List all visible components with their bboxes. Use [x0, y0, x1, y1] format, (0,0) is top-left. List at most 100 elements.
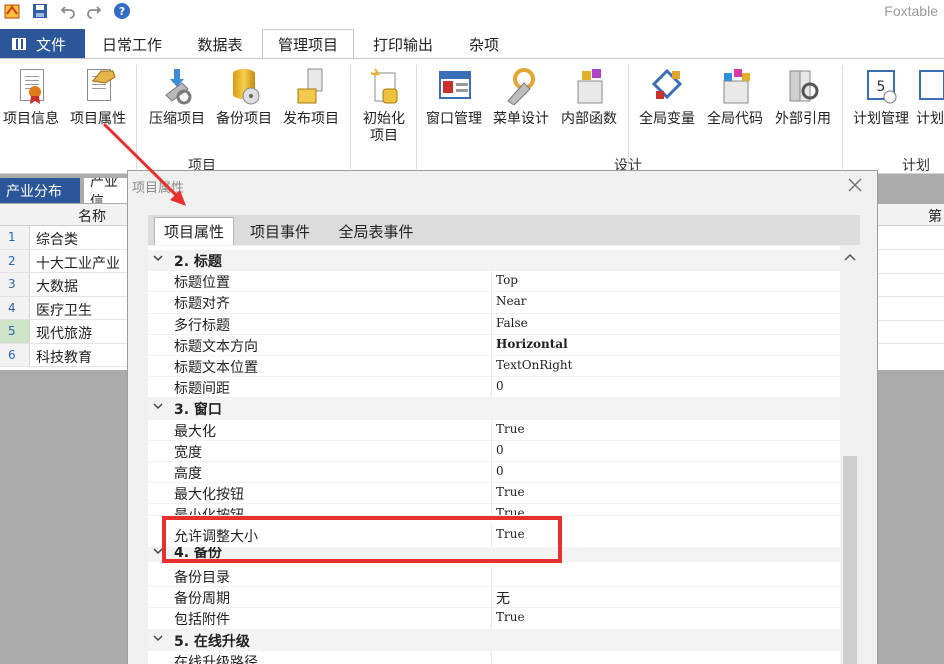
save-icon[interactable] [30, 1, 50, 21]
certificate-icon [14, 67, 48, 105]
tab-manage-project[interactable]: 管理项目 [262, 29, 354, 59]
table-icon [12, 38, 26, 50]
chevron-down-icon[interactable] [152, 252, 164, 266]
table-row[interactable]: 3 大数据 [0, 273, 130, 297]
property-row[interactable]: 备份周期 无 [148, 587, 840, 609]
compress-project-button[interactable]: 压缩项目 [144, 67, 210, 128]
property-row[interactable]: 标题文本方向 Horizontal [148, 334, 840, 356]
ribbon-separator [136, 65, 137, 169]
global-code-label: 全局代码 [707, 111, 763, 127]
external-references-button[interactable]: 外部引用 [770, 67, 836, 128]
scroll-up-arrow-icon[interactable] [844, 252, 856, 262]
help-icon[interactable]: ? [112, 1, 132, 21]
property-value[interactable]: True [496, 506, 525, 515]
section-online-upgrade-header[interactable]: 5. 在线升级 [148, 629, 840, 651]
property-value[interactable]: True [496, 485, 525, 499]
tab-daily-work[interactable]: 日常工作 [92, 29, 172, 59]
section-window-header[interactable]: 3. 窗口 [148, 398, 840, 420]
property-value[interactable]: 0 [496, 443, 504, 457]
property-row[interactable]: 高度 0 [148, 462, 840, 484]
column-header-partial[interactable]: 第 [928, 206, 942, 226]
property-row[interactable]: 标题位置 Top [148, 271, 840, 293]
publish-project-button[interactable]: 发布项目 [278, 67, 344, 128]
project-properties-button[interactable]: 项目属性 [66, 67, 130, 128]
tab-data-tables[interactable]: 数据表 [180, 29, 260, 59]
sheet-tab-industry-distribution[interactable]: 产业分布 [0, 178, 80, 203]
property-value[interactable]: Near [496, 294, 527, 308]
grid-line [876, 343, 944, 344]
property-row[interactable]: 宽度 0 [148, 440, 840, 462]
property-row[interactable]: 标题对齐 Near [148, 292, 840, 314]
cell-name[interactable]: 科技教育 [36, 347, 92, 367]
project-info-button[interactable]: 项目信息 [0, 67, 62, 128]
property-value[interactable]: False [496, 316, 528, 330]
initialize-project-button[interactable]: 初始化 项目 [356, 67, 412, 145]
property-row[interactable]: 备份目录 [148, 566, 840, 588]
cell-name[interactable]: 综合类 [36, 229, 78, 249]
property-value[interactable]: True [496, 422, 525, 436]
property-value[interactable]: TextOnRight [496, 358, 572, 372]
section-title-header[interactable]: 2. 标题 [148, 250, 840, 272]
plan-icon [916, 67, 944, 105]
column-header-name[interactable]: 名称 [78, 206, 106, 226]
property-value[interactable]: 无 [496, 588, 510, 608]
property-value[interactable]: 0 [496, 379, 504, 393]
property-row[interactable]: 包括附件 True [148, 608, 840, 630]
property-value[interactable]: Top [496, 273, 518, 287]
ribbon-separator [842, 65, 843, 169]
table-row[interactable]: 4 医疗卫生 [0, 296, 130, 320]
grid-line [876, 320, 944, 321]
ribbon-panel: 项目信息 项目属性 压缩项目 备份项目 发布项目 初始化 项目 项目 窗口管理 … [0, 58, 944, 174]
property-row[interactable]: 标题间距 0 [148, 377, 840, 399]
scrollbar-thumb[interactable] [843, 456, 857, 664]
table-row[interactable]: 1 综合类 [0, 226, 130, 250]
cell-name[interactable]: 十大工业产业 [36, 253, 120, 273]
property-row[interactable]: 最大化按钮 True [148, 483, 840, 505]
property-value[interactable]: Horizontal [496, 337, 568, 351]
initialize-db-icon [367, 67, 401, 105]
menu-design-button[interactable]: 菜单设计 [488, 67, 554, 128]
property-row[interactable]: 最小化按钮 True [148, 504, 840, 517]
cell-name[interactable]: 现代旅游 [36, 323, 92, 343]
dialog-title: 项目属性 [132, 181, 185, 196]
table-row[interactable]: 5 现代旅游 [0, 320, 130, 344]
internal-functions-button[interactable]: 内部函数 [556, 67, 622, 128]
tab-file[interactable]: 文件 [0, 29, 85, 59]
property-name: 备份周期 [174, 591, 230, 608]
tab-project-events[interactable]: 项目事件 [240, 217, 320, 245]
tab-misc[interactable]: 杂项 [454, 29, 514, 59]
dialog-tab-strip: 项目属性 项目事件 全局表事件 [148, 215, 860, 245]
plan-manager-button[interactable]: 5 计划管理 [848, 67, 914, 128]
vertical-scrollbar[interactable] [840, 246, 860, 664]
property-row[interactable]: 多行标题 False [148, 313, 840, 335]
property-value[interactable]: True [496, 610, 525, 624]
redo-icon[interactable] [84, 1, 104, 21]
row-number: 6 [0, 343, 30, 366]
cell-name[interactable]: 大数据 [36, 276, 78, 296]
property-row[interactable]: 最大化 True [148, 419, 840, 441]
cell-name[interactable]: 医疗卫生 [36, 300, 92, 320]
tab-project-properties[interactable]: 项目属性 [154, 217, 234, 245]
backup-project-button[interactable]: 备份项目 [212, 67, 276, 128]
close-icon[interactable] [847, 177, 863, 193]
tab-global-table-events[interactable]: 全局表事件 [324, 217, 428, 245]
property-row[interactable]: 标题文本位置 TextOnRight [148, 356, 840, 378]
chevron-down-icon[interactable] [152, 632, 164, 646]
app-logo-icon [2, 1, 22, 21]
property-name: 高度 [174, 466, 202, 482]
plan-second-button[interactable]: 计划 [916, 67, 944, 128]
app-title: Foxtable [884, 3, 938, 19]
table-row[interactable]: 2 十大工业产业 [0, 249, 130, 273]
chevron-down-icon[interactable] [152, 400, 164, 414]
property-value[interactable]: 0 [496, 464, 504, 478]
menu-design-label: 菜单设计 [493, 111, 549, 127]
tab-print-output[interactable]: 打印输出 [362, 29, 444, 59]
publish-project-label: 发布项目 [283, 111, 339, 127]
global-code-button[interactable]: 全局代码 [702, 67, 768, 128]
global-variables-button[interactable]: 全局变量 [634, 67, 700, 128]
undo-icon[interactable] [58, 1, 78, 21]
window-manager-button[interactable]: 窗口管理 [420, 67, 488, 128]
table-row[interactable]: 6 科技教育 [0, 343, 130, 367]
property-row[interactable]: 在线升级路径 [148, 650, 840, 664]
sheet-tab-industry-info[interactable]: 产业信 [84, 178, 130, 203]
